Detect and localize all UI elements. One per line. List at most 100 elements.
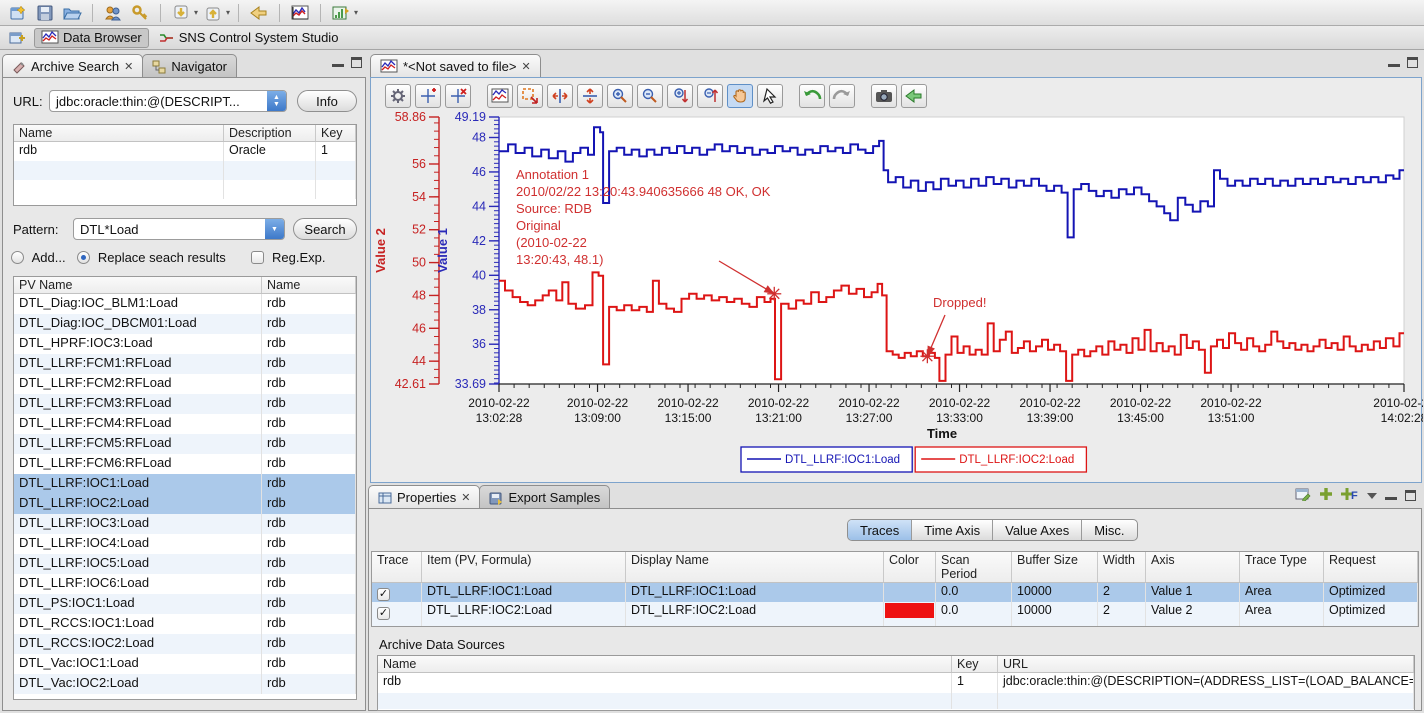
pv-result-row[interactable]: DTL_LLRF:FCM4:RFLoadrdb bbox=[14, 414, 356, 434]
tab-export-samples[interactable]: Export Samples bbox=[479, 485, 610, 509]
pv-result-row[interactable]: DTL_HPRF:IOC3:Loadrdb bbox=[14, 334, 356, 354]
table-header[interactable]: NameKeyURL bbox=[378, 656, 1414, 673]
trace-visible-checkbox[interactable]: ✓ bbox=[377, 588, 390, 601]
archive-sources-table[interactable]: NameDescriptionKeyrdbOracle1 bbox=[13, 124, 357, 206]
tab-editor[interactable]: *<Not saved to file> ✕ bbox=[370, 54, 541, 78]
maximize-icon[interactable] bbox=[1405, 490, 1416, 501]
url-combo-stepper-icon[interactable]: ▲▼ bbox=[267, 90, 286, 112]
tab-properties[interactable]: Properties ✕ bbox=[368, 485, 480, 509]
zoom-in-vertical-icon[interactable] bbox=[667, 84, 693, 108]
add-formula-icon[interactable]: F bbox=[1341, 487, 1359, 504]
zoom-in-horizontal-icon[interactable] bbox=[607, 84, 633, 108]
pv-result-row[interactable]: DTL_LLRF:FCM5:RFLoadrdb bbox=[14, 434, 356, 454]
empty-row[interactable] bbox=[14, 180, 356, 199]
tab-archive-search[interactable]: Archive Search ✕ bbox=[2, 54, 143, 78]
url-combo[interactable]: jdbc:oracle:thin:@(DESCRIPT... ▲▼ bbox=[49, 90, 287, 112]
empty-row[interactable] bbox=[378, 693, 1414, 709]
search-button[interactable]: Search bbox=[293, 218, 357, 240]
trace-row[interactable]: ✓DTL_LLRF:IOC1:LoadDTL_LLRF:IOC1:Load0.0… bbox=[372, 583, 1418, 602]
subtab-time-axis[interactable]: Time Axis bbox=[912, 520, 993, 540]
zoom-out-vertical-icon[interactable] bbox=[697, 84, 723, 108]
pv-result-row[interactable]: DTL_LLRF:IOC3:Loadrdb bbox=[14, 514, 356, 534]
info-button[interactable]: Info bbox=[297, 90, 357, 112]
open-folder-icon[interactable] bbox=[60, 2, 84, 24]
empty-row[interactable] bbox=[14, 161, 356, 180]
table-header[interactable]: NameDescriptionKey bbox=[14, 125, 356, 142]
export-icon[interactable] bbox=[201, 2, 225, 24]
add-annotation-icon[interactable] bbox=[415, 84, 441, 108]
table-row[interactable]: rdbOracle1 bbox=[14, 142, 356, 161]
pattern-combo-dropdown-icon[interactable]: ▼ bbox=[265, 218, 284, 240]
minimize-icon[interactable] bbox=[1385, 491, 1397, 500]
remove-annotation-icon[interactable] bbox=[445, 84, 471, 108]
replace-radio[interactable] bbox=[77, 251, 90, 264]
trace-row[interactable]: ✓DTL_LLRF:IOC2:LoadDTL_LLRF:IOC2:Load0.0… bbox=[372, 602, 1418, 621]
pv-result-row[interactable]: DTL_RCCS:IOC1:Loadrdb bbox=[14, 614, 356, 634]
tab-navigator[interactable]: Navigator bbox=[142, 54, 237, 78]
view-menu-icon[interactable] bbox=[1367, 493, 1377, 499]
pv-result-row[interactable]: DTL_LLRF:IOC4:Loadrdb bbox=[14, 534, 356, 554]
users-icon[interactable] bbox=[101, 2, 125, 24]
perspective-sns-css[interactable]: SNS Control System Studio bbox=[153, 28, 345, 48]
trace-visible-checkbox[interactable]: ✓ bbox=[377, 607, 390, 620]
new-chart-icon[interactable] bbox=[329, 2, 353, 24]
subtab-misc-[interactable]: Misc. bbox=[1082, 520, 1136, 540]
pan-icon[interactable] bbox=[727, 84, 753, 108]
pv-result-row[interactable]: DTL_Vac:IOC1:Loadrdb bbox=[14, 654, 356, 674]
maximize-icon[interactable] bbox=[1407, 57, 1418, 68]
pv-result-row[interactable]: DTL_LLRF:IOC5:Loadrdb bbox=[14, 554, 356, 574]
key-icon[interactable] bbox=[128, 2, 152, 24]
redo-icon[interactable] bbox=[829, 84, 855, 108]
pv-result-row[interactable]: DTL_LLRF:FCM1:RFLoadrdb bbox=[14, 354, 356, 374]
minimize-icon[interactable] bbox=[1388, 58, 1400, 67]
regexp-checkbox[interactable] bbox=[251, 251, 264, 264]
xy-chart[interactable]: 58.865654525048464442.61Value 249.194846… bbox=[371, 111, 1423, 481]
pv-result-row[interactable]: DTL_LLRF:IOC2:Loadrdb bbox=[14, 494, 356, 514]
pattern-combo[interactable]: DTL*Load ▼ bbox=[73, 218, 285, 240]
data-source-row[interactable]: rdb1jdbc:oracle:thin:@(DESCRIPTION=(ADDR… bbox=[378, 673, 1414, 693]
close-icon[interactable]: ✕ bbox=[461, 491, 470, 504]
close-icon[interactable]: ✕ bbox=[124, 60, 133, 73]
trace-color-swatch[interactable] bbox=[885, 603, 934, 618]
pv-result-row[interactable]: DTL_Diag:IOC_BLM1:Loadrdb bbox=[14, 294, 356, 314]
snapshot-icon[interactable] bbox=[871, 84, 897, 108]
zoom-out-horizontal-icon[interactable] bbox=[637, 84, 663, 108]
table-header[interactable]: PV NameName bbox=[14, 277, 356, 294]
rubberband-zoom-icon[interactable] bbox=[517, 84, 543, 108]
export-menu-caret[interactable]: ▾ bbox=[226, 8, 230, 17]
maximize-icon[interactable] bbox=[351, 57, 362, 68]
traces-table[interactable]: TraceItem (PV, Formula)Display NameColor… bbox=[371, 551, 1419, 627]
previous-range-icon[interactable] bbox=[901, 84, 927, 108]
pv-result-row[interactable]: DTL_LLRF:FCM3:RFLoadrdb bbox=[14, 394, 356, 414]
pv-result-row[interactable]: DTL_LLRF:FCM6:RFLoadrdb bbox=[14, 454, 356, 474]
pointer-icon[interactable] bbox=[757, 84, 783, 108]
new-wizard-icon[interactable] bbox=[6, 2, 30, 24]
pv-result-row[interactable]: DTL_LLRF:IOC1:Loadrdb bbox=[14, 474, 356, 494]
pv-result-row[interactable]: DTL_LLRF:IOC6:Loadrdb bbox=[14, 574, 356, 594]
open-perspective-icon[interactable] bbox=[6, 27, 30, 49]
stagger-axes-icon[interactable] bbox=[487, 84, 513, 108]
subtab-traces[interactable]: Traces bbox=[848, 520, 912, 540]
import-menu-caret[interactable]: ▾ bbox=[194, 8, 198, 17]
subtab-value-axes[interactable]: Value Axes bbox=[993, 520, 1082, 540]
pv-result-row[interactable]: DTL_RCCS:IOC2:Loadrdb bbox=[14, 634, 356, 654]
pv-result-row[interactable]: DTL_PS:IOC1:Loadrdb bbox=[14, 594, 356, 614]
edit-defaults-icon[interactable] bbox=[1295, 487, 1311, 504]
table-header[interactable]: TraceItem (PV, Formula)Display NameColor… bbox=[372, 552, 1418, 583]
back-nav-icon[interactable] bbox=[247, 2, 271, 24]
configure-icon[interactable] bbox=[385, 84, 411, 108]
new-chart-menu-caret[interactable]: ▾ bbox=[354, 8, 358, 17]
save-icon[interactable] bbox=[33, 2, 57, 24]
minimize-icon[interactable] bbox=[332, 58, 344, 67]
expand-horizontal-icon[interactable] bbox=[547, 84, 573, 108]
pv-result-row[interactable]: DTL_Diag:IOC_DBCM01:Loadrdb bbox=[14, 314, 356, 334]
data-browser-icon[interactable] bbox=[288, 2, 312, 24]
undo-icon[interactable] bbox=[799, 84, 825, 108]
search-results-table[interactable]: PV NameNameDTL_Diag:IOC_BLM1:LoadrdbDTL_… bbox=[13, 276, 357, 700]
pv-result-row[interactable]: DTL_Vac:IOC2:Loadrdb bbox=[14, 674, 356, 694]
empty-row[interactable] bbox=[372, 621, 1418, 627]
perspective-data-browser[interactable]: Data Browser bbox=[34, 28, 149, 48]
pv-result-row[interactable]: DTL_LLRF:FCM2:RFLoadrdb bbox=[14, 374, 356, 394]
expand-vertical-icon[interactable] bbox=[577, 84, 603, 108]
add-radio[interactable] bbox=[11, 251, 24, 264]
